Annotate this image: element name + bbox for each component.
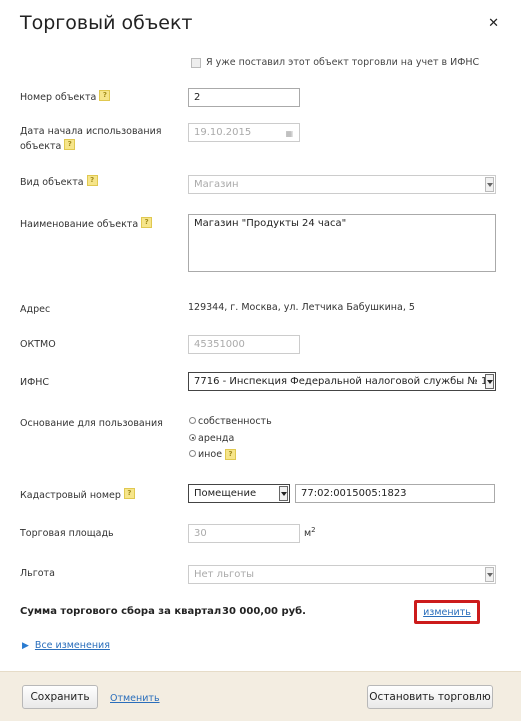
help-icon[interactable]: ? (225, 449, 237, 460)
dialog-title: Торговый объект (20, 12, 193, 34)
triangle-right-icon[interactable]: ▶ (22, 641, 29, 651)
radio-button-selected[interactable] (189, 434, 196, 441)
all-changes-row[interactable]: ▶ Все изменения (22, 640, 110, 651)
radio-button[interactable] (189, 450, 196, 457)
oktmo-label: ОКТМО (20, 339, 56, 350)
help-icon[interactable]: ? (123, 488, 135, 499)
ifns-select[interactable]: 7716 - Инспекция Федеральной налоговой с… (188, 372, 496, 391)
cadastral-number-input[interactable]: 77:02:0015005:1823 (295, 484, 495, 503)
trade-area-label: Торговая площадь (20, 528, 114, 539)
dialog-footer: Сохранить Отменить Остановить торговлю (0, 671, 521, 721)
stop-trade-button[interactable]: Остановить торговлю (367, 685, 493, 709)
calendar-icon: ▦ (285, 129, 293, 138)
fee-sum-label: Сумма торгового сбора за квартал (20, 606, 222, 617)
chevron-down-icon (485, 567, 494, 582)
all-changes-link[interactable]: Все изменения (35, 640, 110, 651)
object-type-label: Вид объекта? (20, 175, 98, 190)
chevron-down-icon (279, 486, 288, 501)
chevron-down-icon (485, 374, 494, 389)
help-icon[interactable]: ? (141, 217, 153, 228)
oktmo-input: 45351000 (188, 335, 300, 354)
fee-sum-value: 30 000,00 руб. (222, 606, 306, 617)
cancel-link[interactable]: Отменить (110, 693, 160, 704)
trade-area-unit: м2 (304, 526, 316, 540)
help-icon[interactable]: ? (99, 90, 111, 101)
start-date-input: 19.10.2015 ▦ (188, 123, 300, 142)
basis-label: Основание для пользования (20, 418, 163, 429)
already-registered-label: Я уже поставил этот объект торговли на у… (206, 57, 480, 68)
help-icon[interactable]: ? (64, 139, 76, 150)
help-icon[interactable]: ? (86, 175, 98, 186)
object-type-select: Магазин (188, 175, 496, 194)
basis-option-rent[interactable]: аренда (189, 433, 234, 444)
trade-area-input: 30 (188, 524, 300, 543)
already-registered-checkbox-row[interactable]: Я уже поставил этот объект торговли на у… (191, 57, 479, 68)
object-name-label: Наименование объекта? (20, 217, 153, 232)
start-date-label: Дата начала использования объекта? (20, 126, 162, 152)
basis-option-other[interactable]: иное? (189, 449, 237, 460)
address-label: Адрес (20, 304, 51, 315)
chevron-down-icon (485, 177, 494, 192)
close-icon[interactable]: ✕ (488, 16, 499, 31)
cadastral-type-select[interactable]: Помещение (188, 484, 290, 503)
address-value: 129344, г. Москва, ул. Летчика Бабушкина… (188, 302, 415, 313)
cadastral-label: Кадастровый номер? (20, 488, 135, 503)
change-link[interactable]: изменить (423, 607, 471, 618)
object-name-textarea[interactable]: Магазин "Продукты 24 часа" (188, 214, 496, 272)
basis-option-own[interactable]: собственность (189, 416, 272, 427)
change-link-highlight: изменить (414, 600, 480, 624)
object-number-label: Номер объекта? (20, 90, 111, 105)
already-registered-checkbox[interactable] (191, 57, 201, 68)
benefit-label: Льгота (20, 568, 55, 579)
radio-button[interactable] (189, 417, 196, 424)
object-number-input[interactable]: 2 (188, 88, 300, 107)
ifns-label: ИФНС (20, 377, 50, 388)
benefit-select: Нет льготы (188, 565, 496, 584)
save-button[interactable]: Сохранить (22, 685, 98, 709)
trade-object-dialog: Торговый объект ✕ Я уже поставил этот об… (0, 0, 521, 721)
